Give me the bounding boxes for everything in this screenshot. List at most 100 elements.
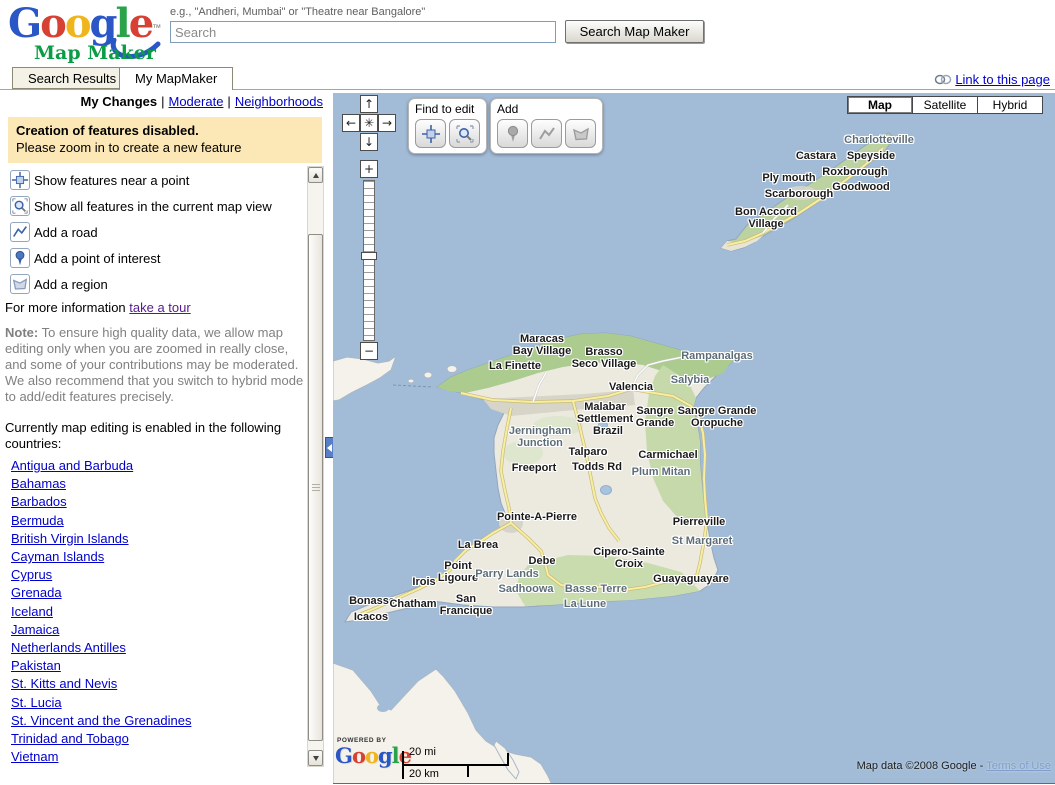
country-link[interactable]: Cyprus <box>11 566 52 584</box>
country-link[interactable]: Grenada <box>11 584 62 602</box>
scrollbar-thumb[interactable] <box>308 234 323 741</box>
tab-search-results[interactable]: Search Results <box>12 67 132 89</box>
map-canvas[interactable]: CharlottevilleCastaraSpeysideRoxboroughP… <box>333 93 1055 784</box>
map-type-map[interactable]: Map <box>847 96 913 114</box>
country-row: Bahamas <box>11 475 301 493</box>
scrollbar-down-arrow[interactable] <box>308 750 323 766</box>
country-row: Cayman Islands <box>11 548 301 566</box>
map-type-switcher: Map Satellite Hybrid <box>848 96 1043 114</box>
action-label: Show features near a point <box>34 173 189 188</box>
country-link[interactable]: Bermuda <box>11 512 64 530</box>
country-link[interactable]: Netherlands Antilles <box>11 639 126 657</box>
map-maker-wordmark: Map Maker <box>34 42 156 64</box>
zoom-slider-thumb[interactable] <box>361 252 377 260</box>
zoom-out-button[interactable]: − <box>360 342 378 360</box>
pan-right-button[interactable]: → <box>378 114 396 132</box>
editing-note: Note: To ensure high quality data, we al… <box>5 325 311 405</box>
terms-of-use-link[interactable]: Terms of Use <box>986 760 1051 772</box>
notice-body: Please zoom in to create a new feature <box>16 139 314 156</box>
tab-my-mapmaker[interactable]: My MapMaker <box>119 67 233 90</box>
country-row: Vietnam <box>11 748 301 766</box>
find-to-edit-title: Find to edit <box>415 102 480 116</box>
magnifier-icon <box>455 124 475 144</box>
sidebar-scrollbar[interactable] <box>307 166 324 767</box>
subnav-neighborhoods-link[interactable]: Neighborhoods <box>235 94 323 109</box>
countries-heading: Currently map editing is enabled in the … <box>5 420 295 452</box>
crosshair-icon <box>421 124 441 144</box>
scalebar-mi-tick <box>507 753 509 764</box>
find-to-edit-panel: Find to edit <box>408 98 487 154</box>
country-row: Jamaica <box>11 621 301 639</box>
subnav-moderate-link[interactable]: Moderate <box>169 94 224 109</box>
scalebar-line <box>402 764 509 766</box>
search-map-maker-button[interactable]: Search Map Maker <box>565 20 704 43</box>
add-region-button[interactable] <box>565 119 596 148</box>
country-row: St. Vincent and the Grenadines <box>11 712 301 730</box>
country-row: Cyprus <box>11 566 301 584</box>
pan-left-button[interactable]: ← <box>342 114 360 132</box>
creation-disabled-notice: Creation of features disabled. Please zo… <box>8 117 322 163</box>
scale-miles-label: 20 mi <box>409 746 436 758</box>
map-type-hybrid[interactable]: Hybrid <box>977 96 1043 114</box>
country-link[interactable]: St. Kitts and Nevis <box>11 675 117 693</box>
country-row: Pakistan <box>11 657 301 675</box>
find-in-view-button[interactable] <box>449 119 480 148</box>
action-label: Show all features in the current map vie… <box>34 199 272 214</box>
search-input[interactable] <box>170 21 556 43</box>
region-icon <box>571 124 591 144</box>
add-panel: Add <box>490 98 603 154</box>
google-map-maker-logo[interactable]: Google™ Map Maker <box>8 2 173 64</box>
subnav-my-changes: My Changes <box>81 94 158 109</box>
country-link[interactable]: Jamaica <box>11 621 59 639</box>
country-link[interactable]: Trinidad and Tobago <box>11 730 129 748</box>
map-attribution: Map data ©2008 Google - Terms of Use <box>857 760 1051 772</box>
country-row: Netherlands Antilles <box>11 639 301 657</box>
add-road-button[interactable] <box>531 119 562 148</box>
action-label: Add a point of interest <box>34 251 160 266</box>
pan-up-button[interactable]: ↑ <box>360 95 378 113</box>
region-icon <box>10 274 30 294</box>
country-link[interactable]: St. Vincent and the Grenadines <box>11 712 191 730</box>
country-link[interactable]: Vietnam <box>11 748 58 766</box>
pan-center-button[interactable]: ✳ <box>360 114 378 132</box>
action-label: Add a region <box>34 277 108 292</box>
road-icon <box>10 222 30 242</box>
zoom-in-button[interactable]: + <box>360 160 378 178</box>
country-link[interactable]: Antigua and Barbuda <box>11 457 133 475</box>
country-link[interactable]: Iceland <box>11 603 53 621</box>
country-row: St. Lucia <box>11 694 301 712</box>
google-footer-logo[interactable]: Google <box>335 743 411 768</box>
take-a-tour-link[interactable]: take a tour <box>129 300 190 315</box>
magnifier-icon <box>10 196 30 216</box>
country-link[interactable]: St. Lucia <box>11 694 62 712</box>
find-near-point-button[interactable] <box>415 119 446 148</box>
map-land-artwork <box>333 93 1055 784</box>
poi-pin-icon <box>10 248 30 268</box>
country-link[interactable]: British Virgin Islands <box>11 530 129 548</box>
country-link[interactable]: Pakistan <box>11 657 61 675</box>
poi-pin-icon <box>503 124 523 144</box>
add-panel-title: Add <box>497 102 596 116</box>
notice-title: Creation of features disabled. <box>16 122 314 139</box>
country-link[interactable]: Bahamas <box>11 475 66 493</box>
map-type-satellite[interactable]: Satellite <box>912 96 978 114</box>
more-info-text: For more information <box>5 300 126 315</box>
country-row: Grenada <box>11 584 301 602</box>
note-body: To ensure high quality data, we allow ma… <box>5 325 303 404</box>
country-row: Antigua and Barbuda <box>11 457 301 475</box>
country-row: Iceland <box>11 603 301 621</box>
country-link[interactable]: Barbados <box>11 493 67 511</box>
country-row: St. Kitts and Nevis <box>11 675 301 693</box>
scrollbar-up-arrow[interactable] <box>308 167 323 183</box>
add-poi-button[interactable] <box>497 119 528 148</box>
sidebar-subnav: My Changes|Moderate|Neighborhoods <box>0 94 323 109</box>
country-link[interactable]: Cayman Islands <box>11 548 104 566</box>
country-row: Barbados <box>11 493 301 511</box>
chain-link-icon <box>934 74 952 85</box>
country-list: Antigua and BarbudaBahamasBarbadosBermud… <box>11 457 301 766</box>
more-info-line: For more information take a tour <box>5 300 191 315</box>
pan-down-button[interactable]: ↓ <box>360 133 378 151</box>
link-to-this-page[interactable]: Link to this page <box>934 72 1050 87</box>
zoom-slider-track[interactable] <box>363 180 375 341</box>
road-icon <box>537 124 557 144</box>
